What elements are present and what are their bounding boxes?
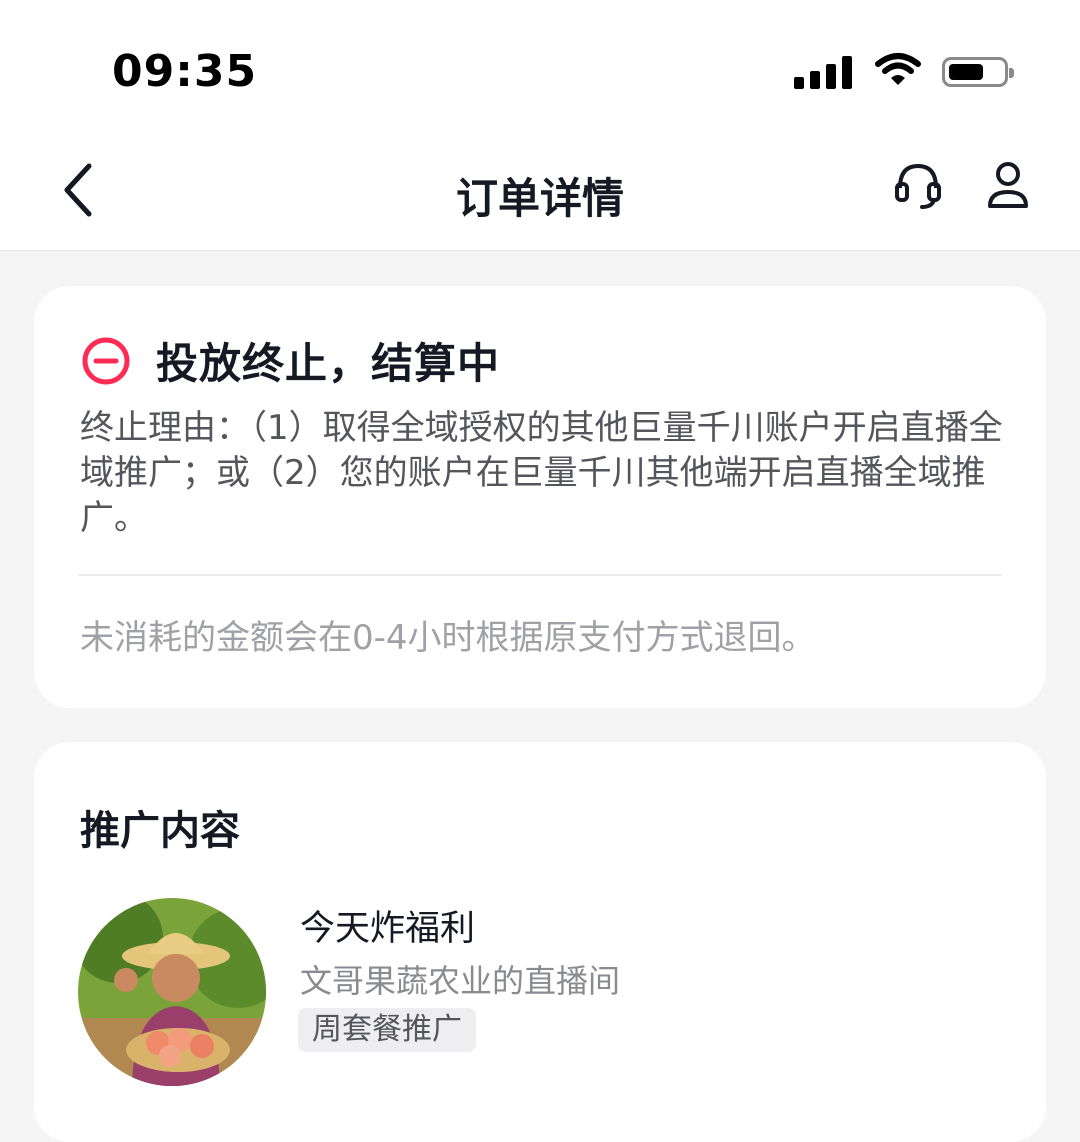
divider	[78, 574, 1002, 576]
section-title: 推广内容	[80, 808, 240, 854]
signal-icon	[794, 55, 852, 89]
nav-bar: 订单详情	[0, 140, 1080, 251]
order-status-card: 投放终止，结算中 终止理由：（1）取得全域授权的其他巨量千川账户开启直播全域推广…	[34, 286, 1046, 708]
status-title: 投放终止，结算中	[156, 339, 501, 388]
status-header: 投放终止，结算中	[80, 330, 500, 391]
status-time: 09:35	[112, 46, 258, 97]
farmer-photo-image	[78, 898, 266, 1086]
battery-icon	[942, 57, 1014, 87]
package-tag: 周套餐推广	[298, 1008, 476, 1052]
status-icons	[794, 52, 1014, 92]
customer-service-headset-icon	[895, 163, 941, 209]
profile-icon	[988, 162, 1028, 208]
promotion-content-card: 推广内容 今天炸福利 文哥果蔬农业的直播间 周套餐推广	[34, 742, 1046, 1142]
profile-button[interactable]	[980, 158, 1036, 214]
minus-circle-icon	[82, 337, 130, 384]
live-room-owner: 文哥果蔬农业的直播间	[300, 962, 621, 1000]
status-bar: 09:35	[0, 0, 1080, 140]
wifi-icon	[874, 52, 922, 92]
live-room-avatar[interactable]	[78, 898, 266, 1086]
refund-note: 未消耗的金额会在0-4小时根据原支付方式退回。	[80, 618, 816, 658]
customer-service-button[interactable]	[890, 158, 946, 214]
termination-reason: 终止理由：（1）取得全域授权的其他巨量千川账户开启直播全域推广；或（2）您的账户…	[80, 408, 1003, 538]
live-room-name: 今天炸福利	[300, 909, 476, 949]
